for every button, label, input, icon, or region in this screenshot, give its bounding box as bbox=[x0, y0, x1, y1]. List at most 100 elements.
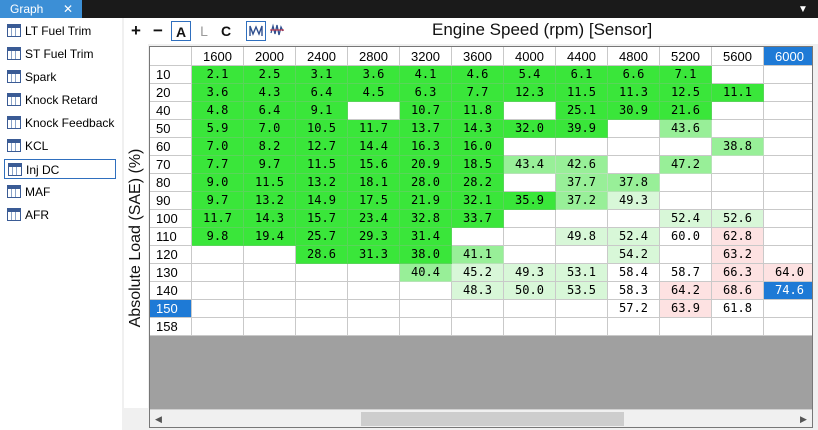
table-cell[interactable]: 74.6 bbox=[764, 282, 812, 300]
table-cell[interactable] bbox=[348, 102, 400, 120]
table-cell[interactable]: 18.1 bbox=[348, 174, 400, 192]
horizontal-scrollbar[interactable]: ◀ ▶ bbox=[150, 409, 812, 427]
table-cell[interactable]: 54.2 bbox=[608, 246, 660, 264]
table-cell[interactable]: 16.3 bbox=[400, 138, 452, 156]
table-cell[interactable]: 5.4 bbox=[504, 66, 556, 84]
table-cell[interactable]: 9.8 bbox=[192, 228, 244, 246]
table-cell[interactable]: 11.5 bbox=[244, 174, 296, 192]
table-cell[interactable]: 14.4 bbox=[348, 138, 400, 156]
table-cell[interactable]: 33.7 bbox=[452, 210, 504, 228]
row-header[interactable]: 158 bbox=[150, 318, 192, 336]
table-cell[interactable]: 5.9 bbox=[192, 120, 244, 138]
table-cell[interactable] bbox=[504, 318, 556, 336]
row-header[interactable]: 100 bbox=[150, 210, 192, 228]
table-cell[interactable] bbox=[660, 318, 712, 336]
table-cell[interactable]: 43.4 bbox=[504, 156, 556, 174]
scroll-right-icon[interactable]: ▶ bbox=[795, 410, 812, 427]
column-header[interactable]: 5600 bbox=[712, 47, 764, 66]
table-cell[interactable] bbox=[660, 174, 712, 192]
table-cell[interactable]: 48.3 bbox=[452, 282, 504, 300]
table-cell[interactable] bbox=[504, 246, 556, 264]
table-cell[interactable]: 11.5 bbox=[556, 84, 608, 102]
table-cell[interactable] bbox=[192, 246, 244, 264]
table-cell[interactable]: 4.6 bbox=[452, 66, 504, 84]
table-cell[interactable]: 3.1 bbox=[296, 66, 348, 84]
table-cell[interactable]: 42.6 bbox=[556, 156, 608, 174]
table-cell[interactable] bbox=[660, 138, 712, 156]
table-cell[interactable]: 21.6 bbox=[660, 102, 712, 120]
row-header[interactable]: 110 bbox=[150, 228, 192, 246]
table-cell[interactable] bbox=[608, 156, 660, 174]
table-cell[interactable]: 52.6 bbox=[712, 210, 764, 228]
line-chart-button[interactable] bbox=[246, 21, 266, 41]
table-cell[interactable]: 58.3 bbox=[608, 282, 660, 300]
table-cell[interactable] bbox=[504, 102, 556, 120]
table-cell[interactable]: 9.7 bbox=[244, 156, 296, 174]
table-cell[interactable] bbox=[608, 138, 660, 156]
mode-c-button[interactable]: C bbox=[216, 21, 236, 41]
table-cell[interactable] bbox=[192, 282, 244, 300]
table-cell[interactable] bbox=[764, 156, 812, 174]
table-cell[interactable]: 12.7 bbox=[296, 138, 348, 156]
table-cell[interactable]: 28.6 bbox=[296, 246, 348, 264]
column-header[interactable]: 1600 bbox=[192, 47, 244, 66]
table-cell[interactable]: 66.3 bbox=[712, 264, 764, 282]
table-cell[interactable]: 32.0 bbox=[504, 120, 556, 138]
table-cell[interactable]: 14.9 bbox=[296, 192, 348, 210]
table-cell[interactable]: 20.9 bbox=[400, 156, 452, 174]
table-cell[interactable] bbox=[764, 174, 812, 192]
table-cell[interactable] bbox=[452, 228, 504, 246]
sidebar-item-inj-dc[interactable]: Inj DC bbox=[4, 159, 116, 179]
table-cell[interactable]: 3.6 bbox=[192, 84, 244, 102]
data-grid[interactable]: 1600 2000 2400 2800 3200 3600 4000 4400 4800 5200… bbox=[149, 46, 813, 428]
table-cell[interactable] bbox=[764, 246, 812, 264]
mode-a-button[interactable]: A bbox=[171, 21, 191, 41]
table-cell[interactable]: 12.3 bbox=[504, 84, 556, 102]
table-cell[interactable] bbox=[296, 264, 348, 282]
table-cell[interactable]: 38.0 bbox=[400, 246, 452, 264]
sidebar-item-maf[interactable]: MAF bbox=[4, 182, 116, 202]
table-cell[interactable] bbox=[244, 282, 296, 300]
table-cell[interactable] bbox=[504, 300, 556, 318]
table-cell[interactable]: 64.2 bbox=[660, 282, 712, 300]
table-cell[interactable]: 8.2 bbox=[244, 138, 296, 156]
column-header[interactable]: 6000 bbox=[764, 47, 812, 66]
table-cell[interactable]: 63.9 bbox=[660, 300, 712, 318]
table-cell[interactable]: 50.0 bbox=[504, 282, 556, 300]
column-header[interactable]: 2800 bbox=[348, 47, 400, 66]
column-header[interactable]: 4000 bbox=[504, 47, 556, 66]
table-cell[interactable] bbox=[712, 66, 764, 84]
table-cell[interactable]: 28.0 bbox=[400, 174, 452, 192]
table-cell[interactable]: 43.6 bbox=[660, 120, 712, 138]
row-header[interactable]: 130 bbox=[150, 264, 192, 282]
table-cell[interactable]: 4.1 bbox=[400, 66, 452, 84]
table-cell[interactable] bbox=[296, 282, 348, 300]
histogram-button[interactable] bbox=[268, 21, 288, 41]
zoom-out-button[interactable]: − bbox=[148, 21, 168, 41]
table-cell[interactable]: 31.4 bbox=[400, 228, 452, 246]
table-cell[interactable] bbox=[712, 120, 764, 138]
table-cell[interactable] bbox=[712, 192, 764, 210]
table-cell[interactable]: 49.3 bbox=[608, 192, 660, 210]
table-cell[interactable]: 16.0 bbox=[452, 138, 504, 156]
table-cell[interactable] bbox=[556, 300, 608, 318]
table-cell[interactable]: 35.9 bbox=[504, 192, 556, 210]
row-header[interactable]: 20 bbox=[150, 84, 192, 102]
table-cell[interactable] bbox=[764, 300, 812, 318]
table-cell[interactable]: 4.5 bbox=[348, 84, 400, 102]
table-cell[interactable]: 21.9 bbox=[400, 192, 452, 210]
table-cell[interactable]: 4.8 bbox=[192, 102, 244, 120]
row-header[interactable]: 50 bbox=[150, 120, 192, 138]
table-cell[interactable]: 37.7 bbox=[556, 174, 608, 192]
table-cell[interactable]: 49.8 bbox=[556, 228, 608, 246]
table-cell[interactable]: 60.0 bbox=[660, 228, 712, 246]
table-cell[interactable]: 52.4 bbox=[660, 210, 712, 228]
table-cell[interactable] bbox=[452, 300, 504, 318]
table-cell[interactable]: 25.7 bbox=[296, 228, 348, 246]
table-cell[interactable]: 39.9 bbox=[556, 120, 608, 138]
table-cell[interactable] bbox=[608, 210, 660, 228]
table-cell[interactable]: 57.2 bbox=[608, 300, 660, 318]
column-header[interactable]: 5200 bbox=[660, 47, 712, 66]
table-cell[interactable]: 32.1 bbox=[452, 192, 504, 210]
sidebar-item-st-fuel-trim[interactable]: ST Fuel Trim bbox=[4, 44, 116, 64]
